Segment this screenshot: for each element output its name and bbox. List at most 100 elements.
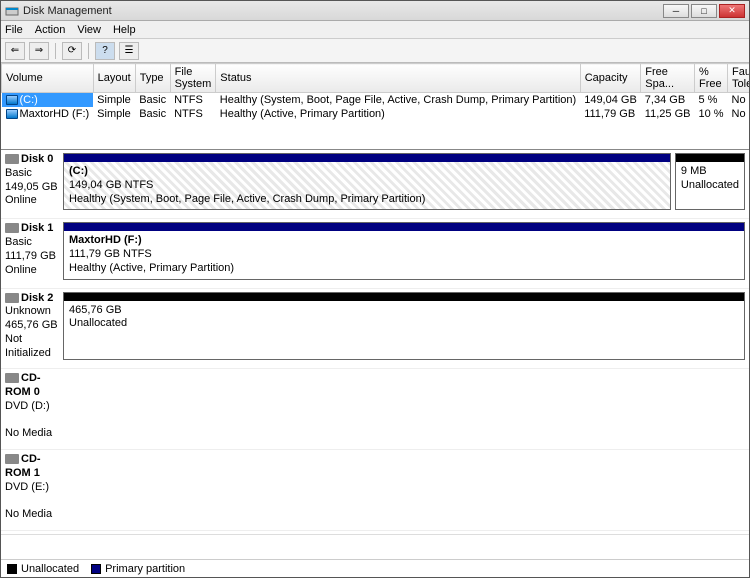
- partition-body: MaxtorHD (F:)111,79 GB NTFSHealthy (Acti…: [64, 231, 744, 278]
- disk-name: Disk 1: [21, 222, 53, 234]
- disk-type: Unknown: [5, 305, 51, 317]
- legend: Unallocated Primary partition: [1, 559, 749, 577]
- table-cell: Simple: [93, 93, 135, 108]
- col-filesystem[interactable]: File System: [170, 64, 216, 93]
- disk-row[interactable]: CD-ROM 1DVD (E:)No Media: [1, 450, 749, 531]
- partition-size: 465,76 GB: [69, 304, 122, 316]
- partition-status: Unallocated: [681, 179, 739, 191]
- disk-partitions: [63, 372, 745, 441]
- table-cell: No: [728, 93, 749, 108]
- window-title: Disk Management: [23, 5, 663, 17]
- partition-size: 149,04 GB NTFS: [69, 179, 153, 191]
- forward-button[interactable]: ⇒: [29, 42, 49, 60]
- table-row[interactable]: (C:)SimpleBasicNTFSHealthy (System, Boot…: [2, 93, 750, 108]
- minimize-button[interactable]: ─: [663, 4, 689, 18]
- partition-size: 9 MB: [681, 165, 707, 177]
- disk-row[interactable]: CD-ROM 0DVD (D:)No Media: [1, 369, 749, 450]
- table-cell: Basic: [135, 107, 170, 121]
- partition-body: 465,76 GBUnallocated: [64, 301, 744, 360]
- table-cell: Healthy (System, Boot, Page File, Active…: [216, 93, 580, 108]
- disk-icon: [5, 454, 19, 464]
- menu-file[interactable]: File: [5, 24, 23, 36]
- table-cell: Basic: [135, 93, 170, 108]
- disk-info: CD-ROM 1DVD (E:)No Media: [5, 453, 63, 522]
- maximize-button[interactable]: □: [691, 4, 717, 18]
- disk-graphical-view[interactable]: Disk 0Basic149,05 GBOnline(C:)149,04 GB …: [1, 149, 749, 535]
- partition-body: (C:)149,04 GB NTFSHealthy (System, Boot,…: [64, 162, 670, 209]
- partition[interactable]: (C:)149,04 GB NTFSHealthy (System, Boot,…: [63, 153, 671, 210]
- disk-state: Online: [5, 264, 37, 276]
- disk-size: 465,76 GB: [5, 319, 58, 331]
- partition-title: (C:): [69, 165, 88, 177]
- table-row[interactable]: MaxtorHD (F:)SimpleBasicNTFSHealthy (Act…: [2, 107, 750, 121]
- col-freespace[interactable]: Free Spa...: [641, 64, 695, 93]
- disk-partitions: MaxtorHD (F:)111,79 GB NTFSHealthy (Acti…: [63, 222, 745, 279]
- disk-info: Disk 2Unknown 465,76 GB Not Initialized: [5, 292, 63, 361]
- close-button[interactable]: ✕: [719, 4, 745, 18]
- disk-type: DVD (E:): [5, 481, 49, 493]
- disk-row[interactable]: Disk 1 Basic 111,79 GB Online MaxtorHD (F:) 1…: [1, 219, 749, 288]
- disk-state: Online: [5, 194, 37, 206]
- col-layout[interactable]: Layout: [93, 64, 135, 93]
- disk-icon: [5, 154, 19, 164]
- disk-row[interactable]: Disk 0 Basic 149,05 GBOnline (C:) 149,04 GB …: [1, 150, 749, 219]
- disk-partitions: 465,76 GBUnallocated: [63, 292, 745, 361]
- disk-type: Basic: [5, 167, 32, 179]
- legend-unallocated: Unallocated: [7, 563, 79, 575]
- col-status[interactable]: Status: [216, 64, 580, 93]
- back-button[interactable]: ⇐: [5, 42, 25, 60]
- menu-action[interactable]: Action: [35, 24, 66, 36]
- partition[interactable]: 9 MB Unallocated: [675, 153, 745, 210]
- partition-header: [676, 154, 744, 162]
- partition[interactable]: 465,76 GBUnallocated: [63, 292, 745, 361]
- disk-state: Not Initialized: [5, 333, 51, 359]
- menubar: File Action View Help: [1, 21, 749, 39]
- toolbar-separator: [55, 43, 56, 59]
- partition-body: 9 MB Unallocated: [676, 162, 744, 209]
- volume-list[interactable]: Volume Layout Type File System Status Ca…: [1, 63, 749, 149]
- toolbar: ⇐ ⇒ ⟳ ? ☰: [1, 39, 749, 63]
- table-cell: Healthy (Active, Primary Partition): [216, 107, 580, 121]
- volume-icon: [6, 109, 18, 119]
- titlebar: Disk Management ─ □ ✕: [1, 1, 749, 21]
- table-cell: NTFS: [170, 107, 216, 121]
- col-type[interactable]: Type: [135, 64, 170, 93]
- partition-status: Unallocated: [69, 317, 127, 329]
- col-capacity[interactable]: Capacity: [580, 64, 641, 93]
- volume-icon: [6, 95, 18, 105]
- window-buttons: ─ □ ✕: [663, 4, 745, 18]
- menu-view[interactable]: View: [77, 24, 101, 36]
- partition-title: MaxtorHD (F:): [69, 234, 142, 246]
- help-button[interactable]: ?: [95, 42, 115, 60]
- disk-type: Basic: [5, 236, 32, 248]
- disk-type: DVD (D:): [5, 400, 50, 412]
- col-volume[interactable]: Volume: [2, 64, 94, 93]
- disk-size: 149,05 GB: [5, 181, 58, 193]
- disk-name: Disk 0: [21, 153, 53, 165]
- table-cell: No: [728, 107, 749, 121]
- col-fault[interactable]: Fault Tolerance: [728, 64, 749, 93]
- col-pctfree[interactable]: % Free: [694, 64, 727, 93]
- legend-primary: Primary partition: [91, 563, 185, 575]
- partition-header: [64, 154, 670, 162]
- menu-help[interactable]: Help: [113, 24, 136, 36]
- disk-row[interactable]: Disk 2Unknown 465,76 GB Not Initialized 465…: [1, 289, 749, 370]
- disk-icon: [5, 373, 19, 383]
- disk-size: 111,79 GB: [5, 250, 56, 262]
- refresh-button[interactable]: ⟳: [62, 42, 82, 60]
- disk-name: Disk 2: [21, 292, 53, 304]
- disk-state: No Media: [5, 508, 52, 520]
- table-cell: 10 %: [694, 107, 727, 121]
- table-cell: 111,79 GB: [580, 107, 641, 121]
- table-cell: 11,25 GB: [641, 107, 695, 121]
- disk-info: CD-ROM 0DVD (D:)No Media: [5, 372, 63, 441]
- properties-button[interactable]: ☰: [119, 42, 139, 60]
- toolbar-separator: [88, 43, 89, 59]
- partition-size: 111,79 GB NTFS: [69, 248, 152, 260]
- disk-icon: [5, 223, 19, 233]
- table-cell: NTFS: [170, 93, 216, 108]
- partition[interactable]: MaxtorHD (F:)111,79 GB NTFSHealthy (Acti…: [63, 222, 745, 279]
- table-cell: 149,04 GB: [580, 93, 641, 108]
- disk-state: No Media: [5, 427, 52, 439]
- table-cell: 7,34 GB: [641, 93, 695, 108]
